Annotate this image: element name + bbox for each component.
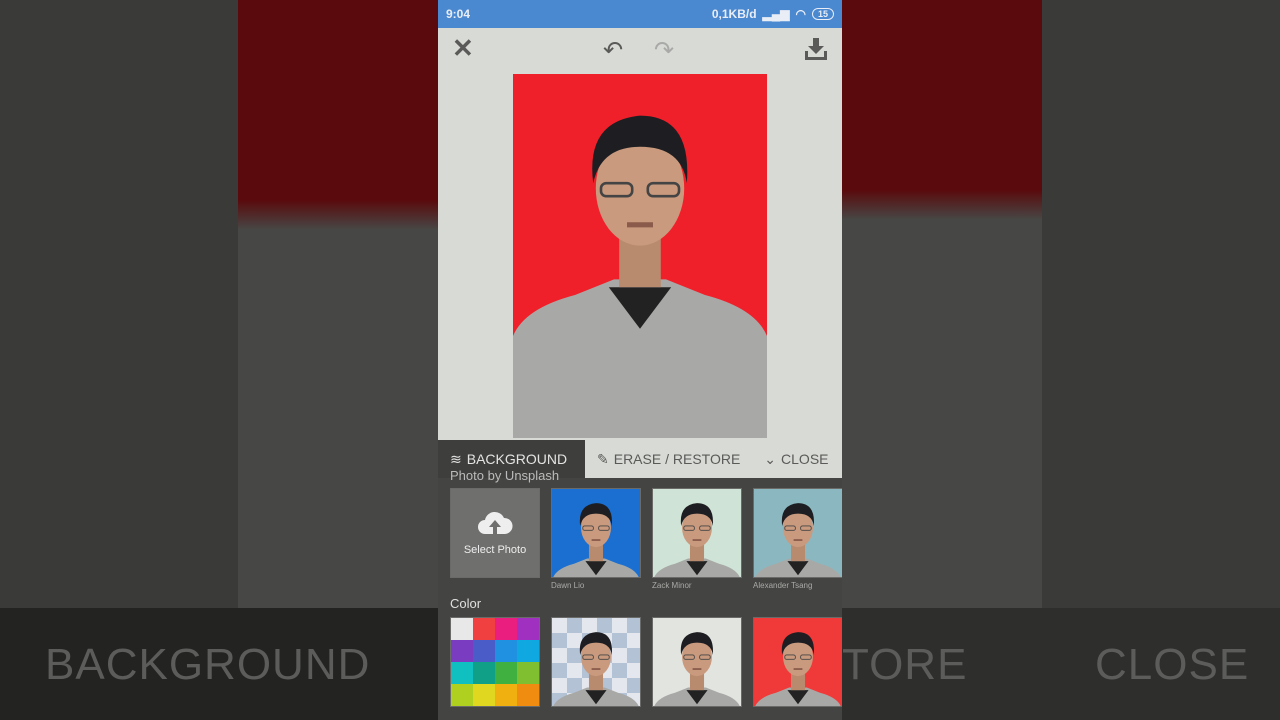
palette-swatch[interactable] bbox=[495, 684, 517, 706]
pencil-icon: ✎ bbox=[597, 450, 609, 467]
blurred-background-right bbox=[842, 0, 1042, 608]
layers-icon: ≋ bbox=[450, 450, 462, 467]
tab-erase-restore[interactable]: ✎ ERASE / RESTORE bbox=[585, 440, 752, 478]
palette-swatch[interactable] bbox=[451, 640, 473, 662]
palette-swatch[interactable] bbox=[451, 684, 473, 706]
redo-icon[interactable]: ↷ bbox=[654, 36, 674, 65]
network-speed: 0,1KB/d bbox=[711, 7, 757, 21]
palette-swatch[interactable] bbox=[473, 684, 495, 706]
wifi-icon: ◠ bbox=[795, 7, 806, 21]
color-section-label: Color bbox=[450, 596, 482, 611]
color-palette-button[interactable] bbox=[450, 617, 540, 707]
tab-close[interactable]: ⌄ CLOSE bbox=[752, 440, 840, 478]
person-portrait bbox=[755, 503, 841, 577]
toolbar: ✕ ↶ ↷ bbox=[438, 28, 842, 72]
palette-swatch[interactable] bbox=[495, 662, 517, 684]
person-portrait bbox=[513, 115, 767, 438]
edited-photo[interactable] bbox=[513, 74, 767, 438]
chevron-down-icon: ⌄ bbox=[764, 450, 777, 467]
palette-swatch[interactable] bbox=[517, 662, 539, 684]
palette-swatch[interactable] bbox=[473, 618, 495, 640]
person-portrait bbox=[553, 632, 639, 706]
select-photo-button[interactable]: Select Photo bbox=[450, 488, 540, 578]
transparent-background-option[interactable] bbox=[551, 617, 641, 707]
status-time: 9:04 bbox=[446, 7, 471, 21]
background-panel: Photo by Unsplash Select Photo Dawn Lio … bbox=[438, 468, 842, 720]
close-icon[interactable]: ✕ bbox=[452, 33, 474, 64]
light-gray-background-option[interactable] bbox=[652, 617, 742, 707]
cloud-upload-icon bbox=[478, 511, 513, 534]
palette-swatch[interactable] bbox=[473, 640, 495, 662]
blurred-background-left bbox=[238, 0, 438, 608]
photo-section-label: Photo by Unsplash bbox=[450, 468, 560, 483]
person-portrait bbox=[755, 632, 841, 706]
phone-screen: 9:04 0,1KB/d ▂▄▆ ◠ 15 ✕ ↶ ↷ ≋ BACKGROUND ✎ ER… bbox=[438, 0, 842, 720]
battery-icon: 15 bbox=[811, 8, 834, 20]
blurred-tab-restore: TORE bbox=[842, 640, 968, 689]
person-portrait bbox=[654, 503, 740, 577]
photo-credit: Dawn Lio bbox=[551, 581, 585, 590]
undo-icon[interactable]: ↶ bbox=[603, 36, 623, 65]
signal-icon: ▂▄▆ bbox=[762, 7, 790, 21]
palette-swatch[interactable] bbox=[517, 618, 539, 640]
palette-swatch[interactable] bbox=[517, 640, 539, 662]
palette-swatch[interactable] bbox=[451, 618, 473, 640]
unsplash-photo-thumb[interactable] bbox=[753, 488, 842, 578]
blurred-tab-close: CLOSE bbox=[1095, 640, 1250, 689]
unsplash-photo-thumb[interactable] bbox=[652, 488, 742, 578]
palette-swatch[interactable] bbox=[495, 640, 517, 662]
photo-credit: Alexander Tsang bbox=[753, 581, 813, 590]
palette-swatch[interactable] bbox=[473, 662, 495, 684]
red-background-option[interactable] bbox=[753, 617, 842, 707]
palette-swatch[interactable] bbox=[495, 618, 517, 640]
person-portrait bbox=[654, 632, 740, 706]
palette-swatch[interactable] bbox=[451, 662, 473, 684]
blurred-tab-background: BACKGROUND bbox=[45, 640, 371, 689]
palette-swatch[interactable] bbox=[517, 684, 539, 706]
status-bar: 9:04 0,1KB/d ▂▄▆ ◠ 15 bbox=[438, 0, 842, 28]
unsplash-photo-thumb[interactable] bbox=[551, 488, 641, 578]
photo-credit: Zack Minor bbox=[652, 581, 692, 590]
download-icon[interactable] bbox=[804, 38, 828, 67]
person-portrait bbox=[553, 503, 639, 577]
